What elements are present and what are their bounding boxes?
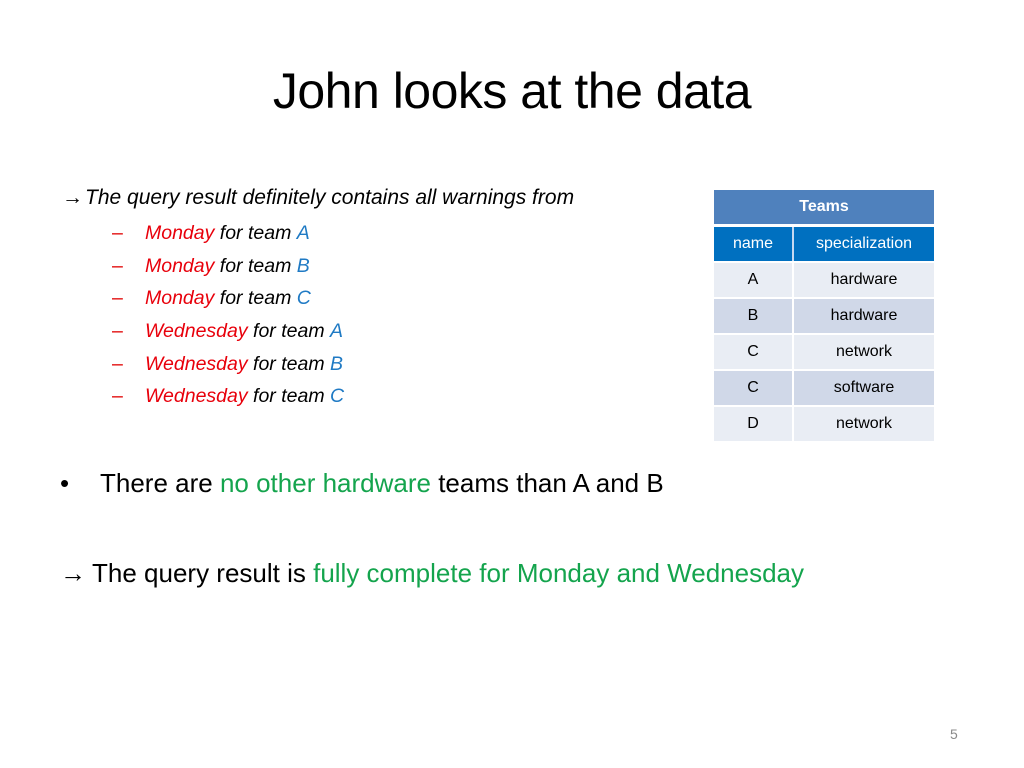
- dash-icon: –: [112, 385, 123, 408]
- list-item: – Monday for team B: [112, 255, 344, 288]
- bullet-statement: • There are no other hardware teams than…: [60, 468, 664, 499]
- bullet-pre-text: There are: [100, 468, 220, 498]
- team-label: C: [330, 385, 345, 408]
- conclusion-line: → The query result is fully complete for …: [60, 558, 804, 589]
- list-item: – Monday for team C: [112, 287, 344, 320]
- arrow-right-icon: →: [62, 186, 83, 209]
- cell-name: C: [714, 333, 794, 369]
- dash-icon: –: [112, 222, 123, 244]
- cell-specialization: network: [794, 405, 934, 441]
- list-item: – Wednesday for team A: [112, 320, 344, 353]
- bullet-icon: •: [60, 468, 70, 498]
- item-mid-text: for team: [247, 385, 330, 408]
- column-header-specialization: specialization: [794, 227, 934, 261]
- bullet-post-text: teams than A and B: [430, 468, 664, 498]
- cell-specialization: software: [794, 369, 934, 405]
- item-mid-text: for team: [214, 222, 297, 244]
- team-label: B: [296, 254, 310, 277]
- table-row: A hardware: [714, 261, 934, 297]
- conclusion-highlight: fully complete for Monday and Wednesday: [313, 558, 804, 588]
- conclusion-pre-text: The query result is: [92, 558, 314, 588]
- cell-specialization: network: [794, 333, 934, 369]
- list-item: – Monday for team A: [112, 222, 344, 255]
- table-caption: Teams: [714, 190, 934, 227]
- table-row: B hardware: [714, 297, 934, 333]
- cell-name: A: [714, 261, 794, 297]
- table-row: D network: [714, 405, 934, 441]
- cell-specialization: hardware: [794, 261, 934, 297]
- intro-text: The query result definitely contains all…: [85, 186, 575, 209]
- day-label: Monday: [145, 222, 215, 244]
- page-number: 5: [950, 726, 958, 742]
- cell-specialization: hardware: [794, 297, 934, 333]
- dash-icon: –: [112, 352, 123, 375]
- list-item: – Wednesday for team B: [112, 353, 344, 386]
- day-label: Wednesday: [145, 320, 248, 343]
- item-mid-text: for team: [214, 287, 297, 310]
- teams-table: Teams name specialization A hardware B h…: [714, 190, 934, 441]
- intro-line: →The query result definitely contains al…: [62, 186, 574, 210]
- item-mid-text: for team: [214, 254, 297, 277]
- bullet-highlight: no other hardware: [219, 468, 431, 498]
- table-row: C software: [714, 369, 934, 405]
- team-label: A: [330, 320, 344, 343]
- arrow-right-icon: →: [60, 558, 86, 588]
- list-item: – Wednesday for team C: [112, 385, 344, 418]
- team-label: A: [296, 222, 310, 244]
- column-header-name: name: [714, 227, 794, 261]
- cell-name: B: [714, 297, 794, 333]
- item-mid-text: for team: [247, 320, 330, 343]
- day-label: Wednesday: [145, 385, 248, 408]
- day-label: Monday: [145, 254, 215, 277]
- table-row: C network: [714, 333, 934, 369]
- cell-name: C: [714, 369, 794, 405]
- cell-name: D: [714, 405, 794, 441]
- day-label: Wednesday: [145, 352, 248, 375]
- warning-list: – Monday for team A – Monday for team B – M…: [112, 222, 344, 418]
- day-label: Monday: [145, 287, 215, 310]
- team-label: B: [330, 352, 344, 375]
- team-label: C: [296, 287, 311, 310]
- dash-icon: –: [112, 287, 123, 310]
- dash-icon: –: [112, 254, 123, 277]
- dash-icon: –: [112, 320, 123, 343]
- slide-title: John looks at the data: [272, 63, 752, 119]
- item-mid-text: for team: [247, 352, 330, 375]
